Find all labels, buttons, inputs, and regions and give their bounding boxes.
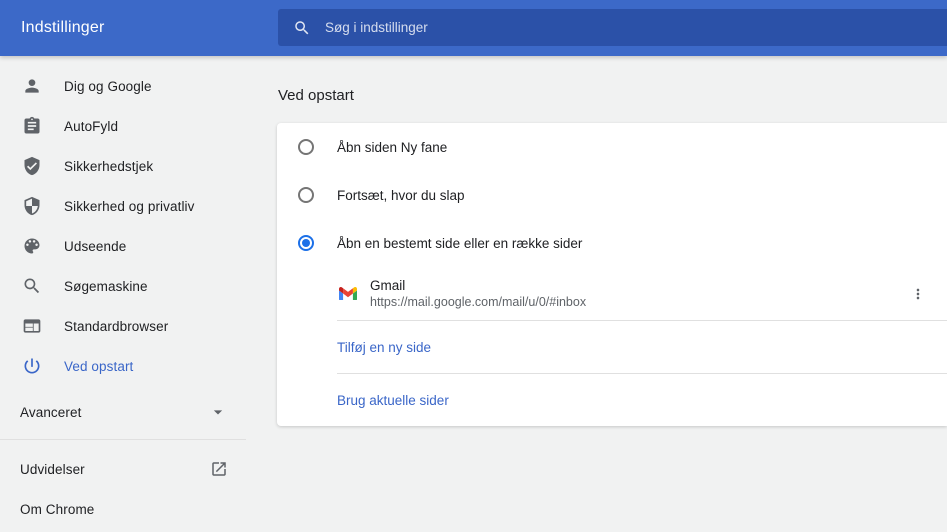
radio-button[interactable] [298, 235, 314, 251]
gmail-icon [339, 286, 357, 301]
search-icon [295, 20, 309, 34]
sidebar-item-appearance[interactable]: Udseende [0, 226, 246, 266]
power-icon [24, 358, 40, 374]
sidebar: Dig og Google AutoFyld Sikkerhedstjek Si… [0, 56, 246, 529]
sidebar-divider [0, 439, 246, 440]
use-current-pages-button[interactable]: Brug aktuelle sider [337, 393, 449, 408]
security-shield-icon [24, 196, 40, 216]
sidebar-item-default-browser[interactable]: Standardbrowser [0, 306, 246, 346]
radio-button[interactable] [298, 187, 314, 203]
palette-icon [24, 238, 40, 254]
more-vert-icon [916, 288, 920, 299]
sidebar-item-on-startup[interactable]: Ved opstart [0, 346, 246, 386]
startup-page-title: Gmail [370, 278, 406, 293]
sidebar-item-autofill[interactable]: AutoFyld [0, 106, 246, 146]
chevron-down-icon [213, 410, 223, 415]
person-icon [25, 79, 39, 93]
search-input[interactable] [325, 20, 947, 35]
settings-header: Indstillinger [0, 0, 947, 56]
radio-option-new-tab[interactable]: Åbn siden Ny fane [277, 123, 947, 171]
radio-button[interactable] [298, 139, 314, 155]
autofill-icon [24, 116, 40, 134]
sidebar-item-safety-check[interactable]: Sikkerhedstjek [0, 146, 246, 186]
sidebar-item-extensions[interactable]: Udvidelser [0, 449, 246, 489]
browser-icon [23, 319, 41, 333]
section-title: Ved opstart [278, 87, 354, 104]
sidebar-item-search-engine[interactable]: Søgemaskine [0, 266, 246, 306]
more-actions-button[interactable] [902, 278, 934, 310]
safety-check-icon [24, 156, 40, 176]
advanced-section-toggle[interactable]: Avanceret [0, 392, 246, 432]
radio-option-continue[interactable]: Fortsæt, hvor du slap [277, 171, 947, 219]
search-icon [24, 278, 40, 294]
radio-option-specific-pages[interactable]: Åbn en bestemt side eller en række sider [277, 219, 947, 267]
sidebar-item-about-chrome[interactable]: Om Chrome [0, 489, 246, 529]
sidebar-item-privacy-security[interactable]: Sikkerhed og privatliv [0, 186, 246, 226]
sidebar-item-you-and-google[interactable]: Dig og Google [0, 66, 246, 106]
startup-options-card: Åbn siden Ny fane Fortsæt, hvor du slap … [277, 123, 947, 426]
startup-page-row: Gmail https://mail.google.com/mail/u/0/#… [277, 267, 947, 320]
startup-page-url: https://mail.google.com/mail/u/0/#inbox [370, 295, 587, 309]
add-new-page-button[interactable]: Tilføj en ny side [337, 340, 431, 355]
search-box[interactable] [278, 9, 947, 46]
open-in-new-icon [212, 462, 226, 476]
page-title: Indstillinger [21, 19, 105, 36]
